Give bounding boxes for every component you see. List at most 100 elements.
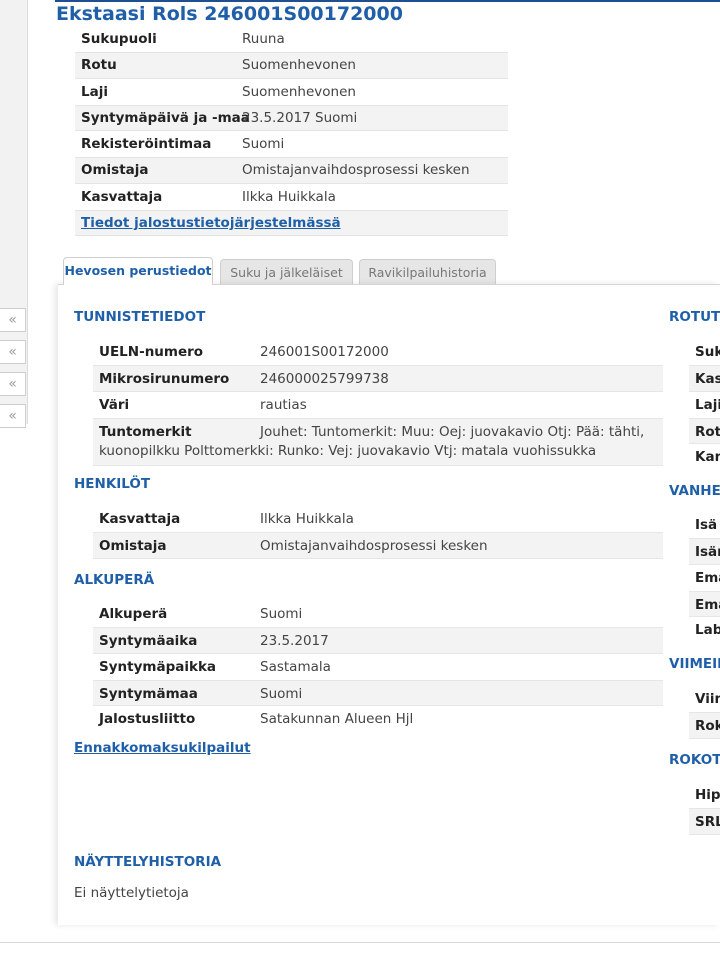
summary-row: Sukupuoli Ruuna [75, 26, 508, 52]
row-value: rautias [260, 396, 307, 413]
table-row: Väri rautias [93, 392, 663, 418]
summary-value: Omistajanvaihdosprosessi kesken [242, 162, 470, 179]
row-value: Omistajanvaihdosprosessi kesken [260, 538, 488, 555]
row-value: 246001S00172000 [260, 344, 389, 360]
table-row: Syntymäaika 23.5.2017 [93, 627, 663, 654]
row-label: Kasvattaja [99, 511, 181, 527]
breeding-system-link[interactable]: Tiedot jalostustietojärjestelmässä [75, 215, 341, 231]
row-label: SRL [689, 808, 720, 835]
tab-race-history[interactable]: Ravikilpailuhistoria [359, 259, 496, 284]
row-label: Laji [695, 396, 720, 413]
summary-value: Ilkka Huikkala [242, 188, 336, 205]
section-heading-vaccinations: ROKOTU [669, 752, 720, 768]
table-row: Syntymäpaikka Sastamala [93, 654, 663, 680]
tab-basic-info[interactable]: Hevosen perustiedot [63, 257, 213, 285]
row-label: Rok [689, 712, 720, 739]
row-label: Isä [695, 517, 718, 533]
row-label: Alkuperä [99, 606, 168, 622]
row-value: Ilkka Huikkala [260, 511, 354, 527]
section-heading-breed-info: ROTUTI [669, 309, 720, 325]
row-label: Viim [695, 691, 720, 707]
summary-row: Kasvattaja Ilkka Huikkala [75, 184, 508, 210]
summary-value: Suomenhevonen [242, 83, 356, 100]
markings-line-1: Jouhet: Tuntomerkit: Muu: Oej: juovakavi… [260, 423, 645, 440]
section-heading-persons: HENKILÖT [74, 476, 151, 492]
collapse-tabs: « « « « [0, 308, 26, 436]
summary-table: Sukupuoli Ruuna Rotu Suomenhevonen Laji Suo… [75, 26, 508, 236]
summary-label: Syntymäpäivä ja -maa [81, 109, 250, 126]
advance-payment-races-link[interactable]: Ennakkomaksukilpailut [74, 740, 251, 756]
summary-label: Rotu [81, 57, 117, 74]
summary-row: Tiedot jalostustietojärjestelmässä [75, 209, 508, 236]
collapse-chevron-icon[interactable]: « [0, 308, 26, 332]
table-row: Omistaja Omistajanvaihdosprosessi kesken [93, 532, 663, 559]
identification-table: UELN-numero 246001S00172000 Mikrosirunume… [93, 339, 663, 466]
summary-row: Syntymäpäivä ja -maa 23.5.2017 Suomi [75, 104, 508, 131]
horse-title: Ekstaasi Rols 246001S00172000 [56, 3, 403, 25]
section-heading-origin: ALKUPERÄ [74, 572, 155, 588]
row-label: UELN-numero [99, 344, 204, 360]
summary-row: Omistaja Omistajanvaihdosprosessi kesken [75, 157, 508, 184]
row-label: Suk [695, 344, 720, 360]
section-heading-shows: NÄYTTELYHISTORIA [74, 854, 222, 870]
row-label: Rotu [689, 417, 720, 445]
row-label: Emä [695, 569, 720, 586]
section-heading-identification: TUNNISTETIEDOT [74, 309, 206, 325]
table-row: Alkuperä Suomi [93, 601, 663, 627]
summary-label: Laji [81, 83, 108, 100]
row-label: Syntymämaa [99, 685, 198, 702]
summary-value: Ruuna [242, 31, 285, 48]
row-label: Syntymäaika [99, 633, 198, 650]
summary-row: Laji Suomenhevonen [75, 79, 508, 105]
collapse-chevron-icon[interactable]: « [0, 372, 26, 396]
row-label: Kas [689, 365, 720, 392]
row-value: Suomi [260, 685, 303, 702]
summary-label: Rekisteröintimaa [81, 136, 212, 153]
row-label: Syntymäpaikka [99, 658, 217, 675]
summary-value: 23.5.2017 Suomi [242, 109, 358, 126]
row-label: Isän [689, 538, 720, 565]
table-row: UELN-numero 246001S00172000 [93, 339, 663, 365]
row-label: Emä [689, 590, 720, 618]
row-label: Mikrosirunumero [99, 371, 230, 388]
summary-label: Kasvattaja [81, 188, 163, 205]
table-row: Syntymämaa Suomi [93, 679, 663, 707]
origin-table: Alkuperä Suomi Syntymäaika 23.5.2017 Synty… [93, 601, 663, 732]
parents-table: Isä Isän Emä Emä Labe [689, 512, 720, 643]
summary-row: Rekisteröintimaa Suomi [75, 131, 508, 157]
row-label: Hipp [695, 787, 720, 803]
latest-table: Viim Rok [689, 686, 720, 739]
table-row: Kasvattaja Ilkka Huikkala [93, 506, 663, 532]
collapse-chevron-icon[interactable]: « [0, 340, 26, 364]
footer-divider [0, 942, 720, 943]
markings-line-2: kuonopilkku Polttomerkki: Runko: Vej: ju… [99, 442, 597, 459]
row-label: Omistaja [99, 538, 167, 555]
section-heading-latest: VIIMEIN [669, 656, 720, 672]
collapse-chevron-icon[interactable]: « [0, 404, 26, 428]
row-value: Satakunnan Alueen Hjl [260, 711, 414, 728]
header-divider [55, 0, 720, 2]
row-value: 246000025799738 [260, 371, 389, 388]
table-row-markings: Tuntomerkit Jouhet: Tuntomerkit: Muu: Oej… [93, 417, 663, 466]
row-value: Suomi [260, 606, 303, 622]
row-value: 23.5.2017 [260, 633, 329, 650]
breed-info-table: Suk Kas Laji Rotu Kan [689, 339, 720, 470]
row-label: Kan [695, 449, 720, 466]
summary-value: Suomenhevonen [242, 57, 356, 74]
row-label: Jalostusliitto [99, 711, 196, 728]
table-row: Mikrosirunumero 246000025799738 [93, 365, 663, 392]
vaccinations-table: Hipp SRL [689, 782, 720, 835]
summary-row: Rotu Suomenhevonen [75, 52, 508, 79]
row-label: Väri [99, 396, 130, 413]
summary-label: Omistaja [81, 162, 149, 179]
summary-value: Suomi [242, 136, 285, 153]
summary-label: Sukupuoli [81, 31, 157, 48]
row-value: Sastamala [260, 658, 331, 675]
section-heading-parents: VANHE [669, 483, 720, 499]
row-label: Tuntomerkit [99, 423, 192, 440]
persons-table: Kasvattaja Ilkka Huikkala Omistaja Omistaj… [93, 506, 663, 559]
table-row: Jalostusliitto Satakunnan Alueen Hjl [93, 706, 663, 732]
tab-pedigree[interactable]: Suku ja jälkeläiset [220, 259, 353, 284]
row-label: Labe [695, 622, 720, 639]
no-show-data-text: Ei näyttelytietoja [74, 885, 189, 901]
